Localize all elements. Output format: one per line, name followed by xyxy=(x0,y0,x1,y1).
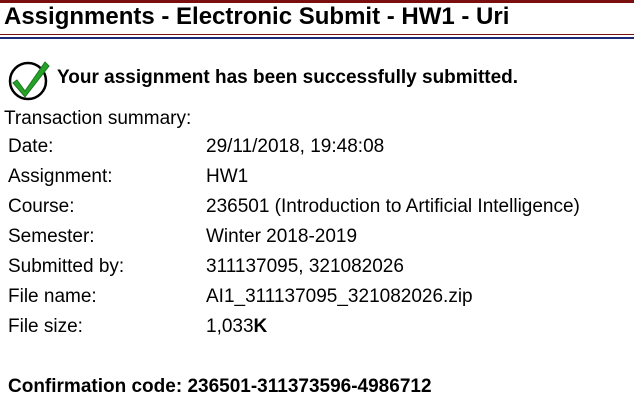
transaction-summary-table: Date: 29/11/2018, 19:48:08 Assignment: H… xyxy=(8,136,628,346)
summary-row-semester: Semester: Winter 2018-2019 xyxy=(8,226,628,256)
date-label: Date: xyxy=(8,136,54,157)
assignment-value: HW1 xyxy=(206,166,249,187)
semester-value: Winter 2018-2019 xyxy=(206,226,358,247)
course-value: 236501 (Introduction to Artificial Intel… xyxy=(206,196,580,217)
file-size-value: 1,033K xyxy=(206,316,267,338)
summary-row-assignment: Assignment: HW1 xyxy=(8,166,628,196)
summary-row-course: Course: 236501 (Introduction to Artifici… xyxy=(8,196,628,226)
file-size-unit: K xyxy=(253,316,268,337)
summary-heading: Transaction summary: xyxy=(4,108,192,129)
success-message: Your assignment has been successfully su… xyxy=(57,67,519,88)
confirmation-code: Confirmation code: 236501-311373596-4986… xyxy=(8,376,432,397)
summary-row-date: Date: 29/11/2018, 19:48:08 xyxy=(8,136,628,166)
assignment-label: Assignment: xyxy=(8,166,113,187)
title-divider xyxy=(0,34,634,35)
file-name-value: AI1_311137095_321082026.zip xyxy=(206,286,473,307)
submitted-by-label: Submitted by: xyxy=(8,256,125,277)
title-divider-secondary xyxy=(0,37,634,39)
file-name-label: File name: xyxy=(8,286,97,307)
file-size-label: File size: xyxy=(8,316,83,337)
file-size-number: 1,033 xyxy=(206,316,254,337)
semester-label: Semester: xyxy=(8,226,95,247)
check-circle-icon xyxy=(7,58,53,102)
page-title: Assignments - Electronic Submit - HW1 - … xyxy=(4,3,510,30)
summary-row-submitted-by: Submitted by: 311137095, 321082026 xyxy=(8,256,628,286)
summary-row-file-name: File name: AI1_311137095_321082026.zip xyxy=(8,286,628,316)
summary-row-file-size: File size: 1,033K xyxy=(8,316,628,346)
submitted-by-value: 311137095, 321082026 xyxy=(206,256,404,277)
course-label: Course: xyxy=(8,196,75,217)
date-value: 29/11/2018, 19:48:08 xyxy=(206,136,385,157)
